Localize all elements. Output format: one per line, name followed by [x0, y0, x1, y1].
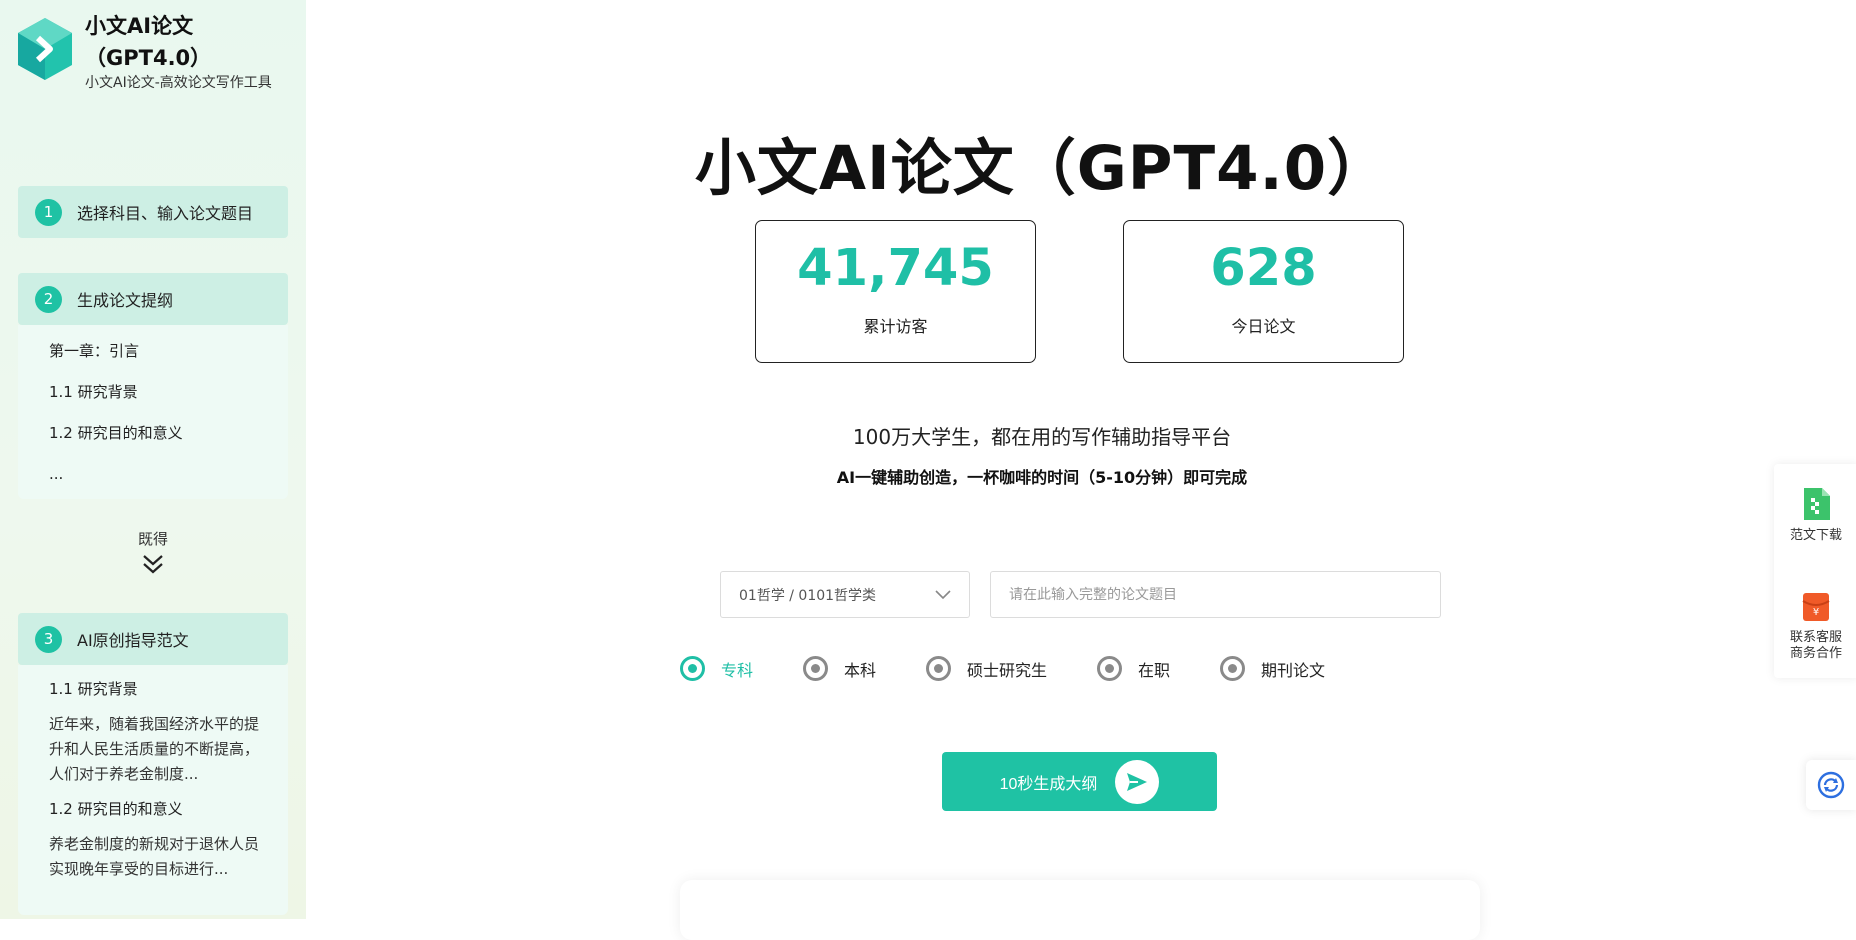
business-cooperation-label: 商务合作 [1789, 646, 1842, 661]
radio-label: 硕士研究生 [967, 660, 1048, 680]
level-radio-associate[interactable]: 专科 [680, 656, 753, 681]
chevron-down-icon [935, 589, 951, 599]
document-download-icon [1804, 488, 1830, 520]
sample-download-button[interactable]: 范文下载 [1774, 488, 1856, 544]
double-chevron-down-icon [143, 555, 163, 574]
outline-item: 第一章：引言 [49, 342, 140, 360]
send-icon [1115, 759, 1160, 804]
content-card [680, 880, 1480, 940]
level-radio-bachelor[interactable]: 本科 [803, 656, 876, 681]
thesis-title-input[interactable] [990, 571, 1441, 618]
outline-item: 1.2 研究目的和意义 [49, 424, 183, 442]
stat-label: 今日论文 [1231, 317, 1296, 336]
step-3-header: 3 AI原创指导范文 [18, 613, 288, 665]
refresh-widget-button[interactable] [1806, 760, 1856, 810]
outline-preview: 第一章：引言 1.1 研究背景 1.2 研究目的和意义 ... [18, 325, 288, 499]
radio-label: 专科 [721, 660, 754, 680]
customer-service-label: 联系客服 [1789, 630, 1842, 645]
step-number: 2 [35, 285, 62, 313]
outline-item: ... [49, 465, 64, 483]
radio-indicator [1097, 656, 1122, 681]
essay-heading: 1.1 研究背景 [49, 680, 138, 698]
essay-paragraph: 近年来，随着我国经济水平的提升和人民生活质量的不断提高，人们对于养老金制度... [49, 715, 260, 783]
outline-item: 1.1 研究背景 [49, 383, 138, 401]
level-radio-onjob[interactable]: 在职 [1097, 656, 1170, 681]
stat-value: 628 [1210, 239, 1317, 298]
page-title: 小文AI论文（GPT4.0） [694, 133, 1390, 204]
subject-select[interactable]: 01哲学 / 0101哲学类 [720, 571, 970, 618]
stat-card-visitors: 41,745 累计访客 [755, 220, 1036, 363]
svg-text:¥: ¥ [1813, 607, 1819, 618]
level-radio-journal[interactable]: 期刊论文 [1220, 656, 1325, 681]
essay-preview: 1.1 研究背景 近年来，随着我国经济水平的提升和人民生活质量的不断提高，人们对… [18, 665, 288, 915]
brand-logo-icon [18, 18, 72, 80]
refresh-icon [1817, 771, 1845, 799]
radio-label: 在职 [1138, 660, 1171, 680]
radio-indicator [680, 656, 705, 681]
brand-title: 小文AI论文（GPT4.0） [85, 14, 212, 70]
step-label: 选择科目、输入论文题目 [77, 204, 254, 223]
essay-paragraph: 养老金制度的新规对于退休人员实现晚年享受的目标进行... [49, 835, 260, 878]
floating-side-panel: 范文下载 ¥ 联系客服 商务合作 [1774, 464, 1856, 678]
step-2-header: 2 生成论文提纲 [18, 273, 288, 325]
slogan-main: 100万大学生，都在用的写作辅助指导平台 [852, 425, 1232, 449]
stat-card-today: 628 今日论文 [1123, 220, 1404, 363]
brand[interactable]: 小文AI论文（GPT4.0） 小文AI论文-高效论文写作工具 [18, 10, 303, 100]
brand-subtitle: 小文AI论文-高效论文写作工具 [85, 75, 272, 91]
expand-hint[interactable]: 既得 [0, 528, 306, 579]
step-1-header: 1 选择科目、输入论文题目 [18, 186, 288, 238]
essay-heading: 1.2 研究目的和意义 [49, 800, 183, 818]
sidebar: 小文AI论文（GPT4.0） 小文AI论文-高效论文写作工具 1 选择科目、输入… [0, 0, 306, 919]
step-number: 1 [35, 198, 62, 226]
step-number: 3 [35, 625, 62, 653]
stat-label: 累计访客 [863, 317, 928, 336]
radio-indicator [926, 656, 951, 681]
step-label: AI原创指导范文 [77, 631, 189, 650]
expand-hint-label: 既得 [137, 530, 168, 548]
red-envelope-icon: ¥ [1802, 593, 1830, 621]
subject-select-value: 01哲学 / 0101哲学类 [739, 587, 877, 604]
generate-outline-label: 10秒生成大纲 [999, 775, 1098, 793]
customer-service-button[interactable]: ¥ 联系客服 商务合作 [1774, 592, 1856, 662]
stat-value: 41,745 [797, 239, 994, 298]
generate-outline-button[interactable]: 10秒生成大纲 [942, 752, 1217, 811]
level-radio-master[interactable]: 硕士研究生 [926, 656, 1047, 681]
step-label: 生成论文提纲 [77, 291, 174, 310]
radio-label: 本科 [844, 660, 877, 680]
slogan-sub: AI一键辅助创造，一杯咖啡的时间（5-10分钟）即可完成 [836, 468, 1248, 487]
radio-indicator [803, 656, 828, 681]
radio-label: 期刊论文 [1261, 660, 1326, 680]
sample-download-label: 范文下载 [1789, 528, 1842, 543]
radio-indicator [1220, 656, 1245, 681]
